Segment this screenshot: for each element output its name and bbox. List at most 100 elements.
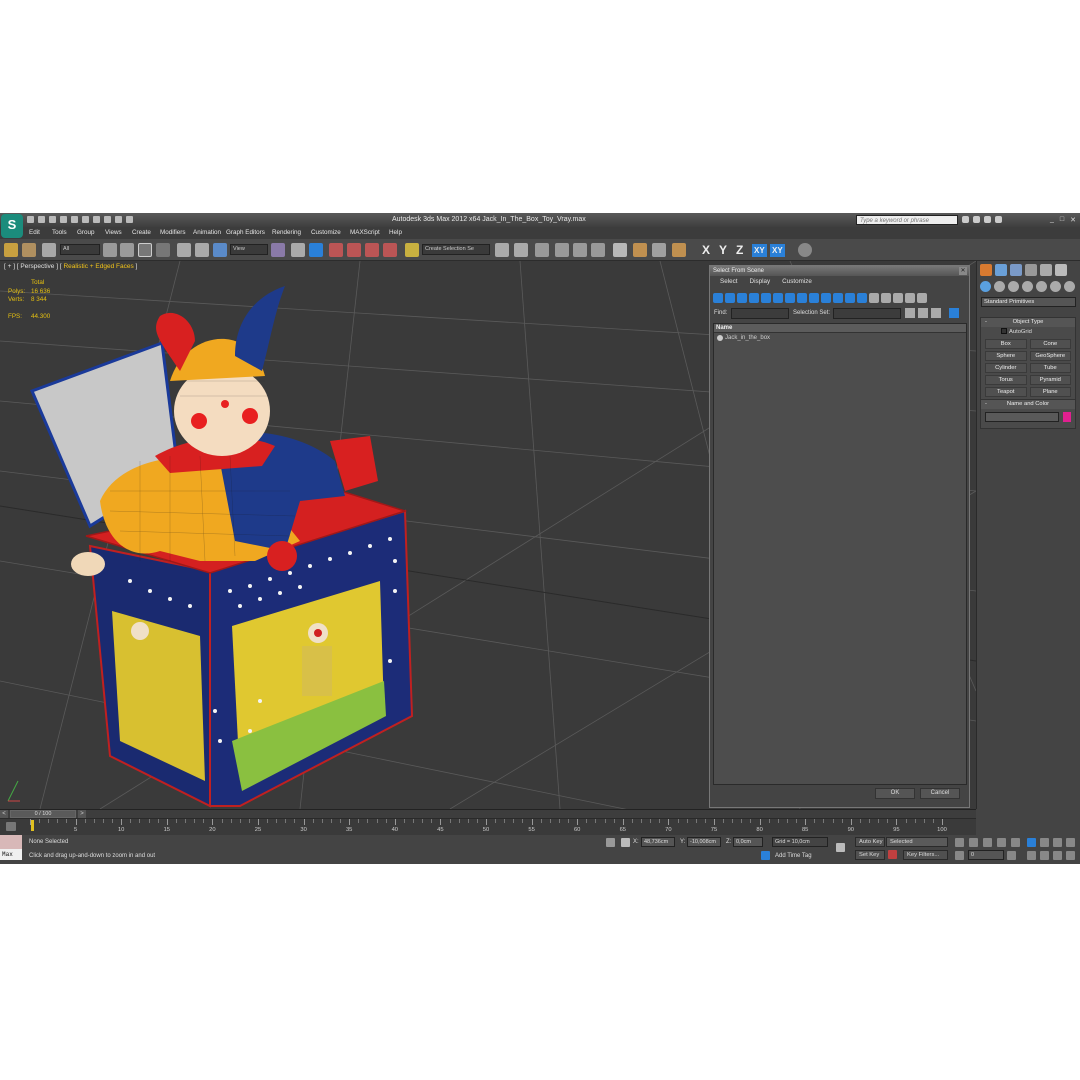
select-none-icon[interactable] [918, 308, 928, 318]
sphere-render-icon[interactable] [798, 243, 812, 257]
time-slider-prev-icon[interactable]: < [0, 810, 8, 818]
time-tag-icon[interactable] [761, 851, 770, 860]
undo-dropdown-icon[interactable] [71, 216, 78, 223]
goto-start-icon[interactable] [955, 838, 964, 847]
menu-maxscript[interactable]: MAXScript [350, 229, 380, 236]
menu-create[interactable]: Create [132, 229, 151, 236]
filter-options-icon[interactable] [917, 293, 927, 303]
display-helpers-icon[interactable] [761, 293, 771, 303]
viewport-label-view[interactable]: [ + ] [ Perspective ] [ [4, 263, 63, 270]
angle-snap-icon[interactable] [347, 243, 361, 257]
minimize-icon[interactable]: _ [1050, 216, 1054, 224]
lights-icon[interactable] [1008, 281, 1019, 292]
absolute-mode-icon[interactable] [621, 838, 630, 847]
menu-graph-editors[interactable]: Graph Editors [226, 229, 265, 236]
play-icon[interactable] [983, 838, 992, 847]
field-of-view-icon[interactable] [1027, 851, 1036, 860]
utilities-tab-icon[interactable] [1055, 264, 1067, 276]
axis-y-button[interactable]: Y [719, 243, 727, 257]
select-all-icon[interactable] [905, 308, 915, 318]
mirror-icon[interactable] [495, 243, 509, 257]
display-children-icon[interactable] [893, 293, 903, 303]
render-production-icon[interactable] [672, 243, 686, 257]
find-input[interactable] [731, 308, 789, 319]
display-containers-icon[interactable] [821, 293, 831, 303]
zoom-icon[interactable] [1027, 838, 1036, 847]
selection-set-dropdown[interactable] [833, 308, 901, 319]
shapes-icon[interactable] [994, 281, 1005, 292]
binoculars-icon[interactable] [962, 216, 969, 223]
key-set-dropdown[interactable]: Selected [886, 837, 948, 847]
viewport-icon[interactable] [115, 216, 122, 223]
display-tab-icon[interactable] [1040, 264, 1052, 276]
named-selection-dropdown[interactable]: Create Selection Se [422, 244, 490, 255]
spinner-snap-icon[interactable] [383, 243, 397, 257]
open-file-icon[interactable] [38, 216, 45, 223]
geometry-icon[interactable] [980, 281, 991, 292]
plane-button[interactable]: Plane [1029, 387, 1071, 397]
set-key-button[interactable]: Set Key [855, 850, 885, 860]
reference-coordinate-dropdown[interactable]: View [230, 244, 268, 255]
project-folder-icon[interactable] [104, 216, 111, 223]
jack-in-the-box-model[interactable] [29, 286, 414, 808]
sync-selection-icon[interactable] [949, 308, 959, 318]
display-hidden-icon[interactable] [845, 293, 855, 303]
current-frame-field[interactable]: 0 [968, 850, 1004, 860]
orbit-icon[interactable] [1053, 851, 1062, 860]
communication-center-icon[interactable] [973, 216, 980, 223]
prev-frame-icon[interactable] [969, 838, 978, 847]
rendered-frame-window-icon[interactable] [652, 243, 666, 257]
menu-edit[interactable]: Edit [29, 229, 40, 236]
list-item[interactable]: Jack_in_the_box [714, 333, 966, 343]
modify-tab-icon[interactable] [995, 264, 1007, 276]
menu-help[interactable]: Help [389, 229, 402, 236]
select-by-name-icon[interactable] [120, 243, 134, 257]
snaps-toggle-icon[interactable] [329, 243, 343, 257]
name-column-header[interactable]: Name [714, 324, 966, 333]
selection-lock-icon[interactable] [606, 838, 615, 847]
maxscript-mini-listener[interactable] [0, 835, 22, 849]
pivot-center-icon[interactable] [271, 243, 285, 257]
curve-editor-icon[interactable] [573, 243, 587, 257]
cameras-icon[interactable] [1022, 281, 1033, 292]
axis-z-button[interactable]: Z [736, 243, 743, 257]
viewport-label[interactable]: [ + ] [ Perspective ] [ Realistic + Edge… [4, 263, 137, 270]
menu-views[interactable]: Views [105, 229, 122, 236]
display-geometry-icon[interactable] [713, 293, 723, 303]
edit-named-selection-icon[interactable] [405, 243, 419, 257]
selection-filter-dropdown[interactable]: All [60, 244, 100, 255]
auto-key-button[interactable]: Auto Key [855, 837, 885, 847]
cancel-button[interactable]: Cancel [920, 788, 960, 799]
zoom-extents-all-icon[interactable] [1066, 838, 1075, 847]
axis-x-button[interactable]: X [702, 243, 710, 257]
teapot-button[interactable]: Teapot [985, 387, 1027, 397]
goto-end-icon[interactable] [1011, 838, 1020, 847]
schematic-view-icon[interactable] [591, 243, 605, 257]
space-warps-icon[interactable] [1050, 281, 1061, 292]
dialog-close-icon[interactable]: ✕ [959, 267, 967, 275]
dialog-menu-customize[interactable]: Customize [782, 276, 812, 288]
graphite-toolbar-icon[interactable] [555, 243, 569, 257]
menu-rendering[interactable]: Rendering [272, 229, 301, 236]
axis-xy-button[interactable]: XY [752, 244, 767, 257]
y-coord-field[interactable]: -10,008cm [687, 837, 721, 847]
redo-icon[interactable] [82, 216, 89, 223]
viewport-label-shading[interactable]: Realistic + Edged Faces [63, 263, 133, 270]
object-color-swatch[interactable] [1063, 412, 1071, 422]
hierarchy-tab-icon[interactable] [1010, 264, 1022, 276]
display-lights-icon[interactable] [737, 293, 747, 303]
rectangular-selection-icon[interactable] [138, 243, 152, 257]
z-coord-field[interactable]: 0,0cm [733, 837, 763, 847]
time-slider-thumb[interactable]: 0 / 100 [10, 810, 76, 818]
select-object-icon[interactable] [103, 243, 117, 257]
menu-animation[interactable]: Animation [193, 229, 221, 236]
close-icon[interactable]: ✕ [1070, 216, 1076, 224]
render-setup-icon[interactable] [633, 243, 647, 257]
help-icon[interactable] [995, 216, 1002, 223]
mini-curve-editor-icon[interactable] [6, 822, 16, 831]
maximize-viewport-icon[interactable] [1066, 851, 1075, 860]
pyramid-button[interactable]: Pyramid [1029, 375, 1071, 385]
display-none-icon[interactable] [869, 293, 879, 303]
name-and-color-rollout-header[interactable]: - Name and Color [981, 400, 1075, 409]
select-move-icon[interactable] [177, 243, 191, 257]
